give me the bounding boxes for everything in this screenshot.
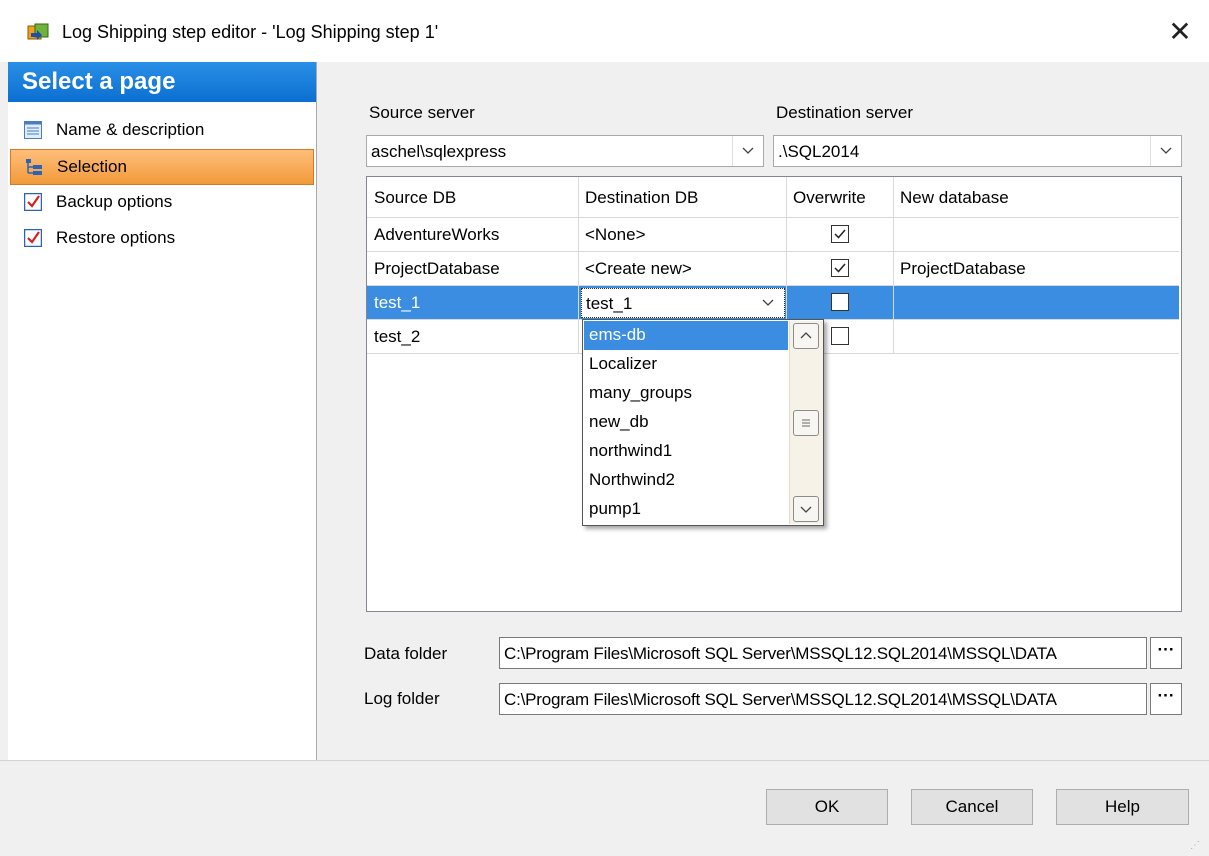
tree-icon <box>26 159 42 175</box>
table-row-destination-cell[interactable]: <Create new> <box>578 252 786 286</box>
source-server-dropdown-button[interactable] <box>732 136 763 166</box>
chevron-up-icon <box>800 332 812 339</box>
dropdown-option[interactable]: ems-db <box>584 321 788 350</box>
cell-text: ProjectDatabase <box>900 259 1026 278</box>
sidebar-item-restore-options[interactable]: Restore options <box>10 221 314 255</box>
grip-lines-icon <box>802 419 810 427</box>
sidebar-item-selection[interactable]: Selection <box>10 149 314 185</box>
ok-button[interactable]: OK <box>766 789 888 825</box>
sidebar-header-label: Select a page <box>22 68 176 95</box>
chevron-down-icon <box>742 147 754 154</box>
chevron-down-icon <box>800 506 812 513</box>
cancel-button[interactable]: Cancel <box>911 789 1033 825</box>
source-server-value: aschel\sqlexpress <box>371 142 507 161</box>
data-folder-label: Data folder <box>364 644 448 663</box>
dropdown-option[interactable]: new_db <box>584 408 788 437</box>
dropdown-scrollbar[interactable] <box>789 321 823 524</box>
table-row-destination-cell[interactable]: <None> <box>578 218 786 252</box>
table-row-new-db-cell[interactable]: ProjectDatabase <box>893 252 1179 286</box>
checkmark-icon <box>834 229 846 239</box>
dropdown-option-label: ems-db <box>589 325 646 344</box>
grid-line <box>893 320 894 354</box>
log-folder-field[interactable]: C:\Program Files\Microsoft SQL Server\MS… <box>499 683 1147 715</box>
dropdown-option-label: pump1 <box>589 499 641 518</box>
destination-db-inline-combo[interactable]: test_1 <box>581 288 785 318</box>
close-button[interactable]: ✕ <box>1160 12 1200 52</box>
destination-db-dropdown-button[interactable] <box>754 290 782 316</box>
dropdown-option[interactable]: pump1 <box>584 495 788 524</box>
dropdown-option-label: new_db <box>589 412 649 431</box>
sidebar-header: Select a page <box>8 62 316 102</box>
column-header-label: Overwrite <box>793 188 866 207</box>
column-header-label: New database <box>900 188 1009 207</box>
overwrite-checkbox[interactable] <box>831 259 849 277</box>
scroll-up-button[interactable] <box>793 323 819 349</box>
column-header-destination-db[interactable]: Destination DB <box>578 181 786 215</box>
cell-text: AdventureWorks <box>374 225 500 244</box>
resize-grip-icon[interactable]: ⋰ <box>1190 840 1201 851</box>
help-button[interactable]: Help <box>1056 789 1189 825</box>
column-header-overwrite[interactable]: Overwrite <box>786 181 893 215</box>
destination-db-dropdown-list[interactable]: ems-db Localizer many_groups new_db nort… <box>582 319 824 526</box>
sidebar-item-backup-options[interactable]: Backup options <box>10 185 314 219</box>
scroll-down-button[interactable] <box>793 496 819 522</box>
log-folder-browse-button[interactable]: ··· <box>1150 683 1182 715</box>
checkbox-icon <box>24 193 42 211</box>
destination-server-value: .\SQL2014 <box>778 142 860 161</box>
dropdown-option[interactable]: Localizer <box>584 350 788 379</box>
title-bar: Log Shipping step editor - 'Log Shipping… <box>0 0 1209 62</box>
destination-server-label: Destination server <box>776 103 914 122</box>
source-server-combo[interactable]: aschel\sqlexpress <box>366 135 764 167</box>
sidebar-item-label: Backup options <box>56 192 173 211</box>
dropdown-option-label: Localizer <box>589 354 658 373</box>
dropdown-option[interactable]: northwind1 <box>584 437 788 466</box>
checkmark-icon <box>834 263 846 273</box>
checkbox-icon <box>24 229 42 247</box>
dropdown-option-label: northwind1 <box>589 441 673 460</box>
sidebar-item-label: Restore options <box>56 228 176 247</box>
sidebar-item-name-description[interactable]: Name & description <box>10 113 314 147</box>
cell-text: ProjectDatabase <box>374 259 500 278</box>
source-server-label: Source server <box>369 103 475 122</box>
column-header-label: Source DB <box>374 188 457 207</box>
destination-server-dropdown-button[interactable] <box>1150 136 1181 166</box>
overwrite-checkbox[interactable] <box>831 327 849 345</box>
data-folder-value: C:\Program Files\Microsoft SQL Server\MS… <box>504 644 1057 663</box>
data-folder-browse-button[interactable]: ··· <box>1150 637 1182 669</box>
cell-text: <None> <box>585 225 646 244</box>
footer-divider <box>0 760 1209 761</box>
column-header-new-database[interactable]: New database <box>893 181 1179 215</box>
page-sidebar: Select a page Name & description Selecti… <box>8 62 317 760</box>
dropdown-option-label: many_groups <box>589 383 693 402</box>
dropdown-option[interactable]: Northwind2 <box>584 466 788 495</box>
overwrite-checkbox[interactable] <box>831 293 849 311</box>
table-row-source-cell[interactable]: test_2 <box>367 320 578 354</box>
app-icon <box>27 23 49 40</box>
chevron-down-icon <box>1160 147 1172 154</box>
cell-text: test_2 <box>374 327 421 346</box>
dropdown-option-label: Northwind2 <box>589 470 675 489</box>
destination-db-inline-value: test_1 <box>586 294 633 313</box>
grid-line <box>578 320 579 354</box>
column-header-label: Destination DB <box>585 188 699 207</box>
cell-text: test_1 <box>374 293 421 312</box>
table-row-source-cell[interactable]: ProjectDatabase <box>367 252 578 286</box>
data-folder-field[interactable]: C:\Program Files\Microsoft SQL Server\MS… <box>499 637 1147 669</box>
sidebar-item-label: Selection <box>57 157 127 176</box>
log-folder-label: Log folder <box>364 689 440 708</box>
cell-text: <Create new> <box>585 259 692 278</box>
column-header-source-db[interactable]: Source DB <box>367 181 578 215</box>
scroll-thumb[interactable] <box>793 410 819 436</box>
table-row-source-cell[interactable]: test_1 <box>367 286 578 320</box>
destination-server-combo[interactable]: .\SQL2014 <box>773 135 1182 167</box>
log-folder-value: C:\Program Files\Microsoft SQL Server\MS… <box>504 690 1057 709</box>
list-icon <box>24 121 42 139</box>
overwrite-checkbox[interactable] <box>831 225 849 243</box>
chevron-down-icon <box>762 299 774 306</box>
dropdown-option[interactable]: many_groups <box>584 379 788 408</box>
sidebar-item-label: Name & description <box>56 120 205 139</box>
window-title: Log Shipping step editor - 'Log Shipping… <box>62 22 439 42</box>
table-row-source-cell[interactable]: AdventureWorks <box>367 218 578 252</box>
